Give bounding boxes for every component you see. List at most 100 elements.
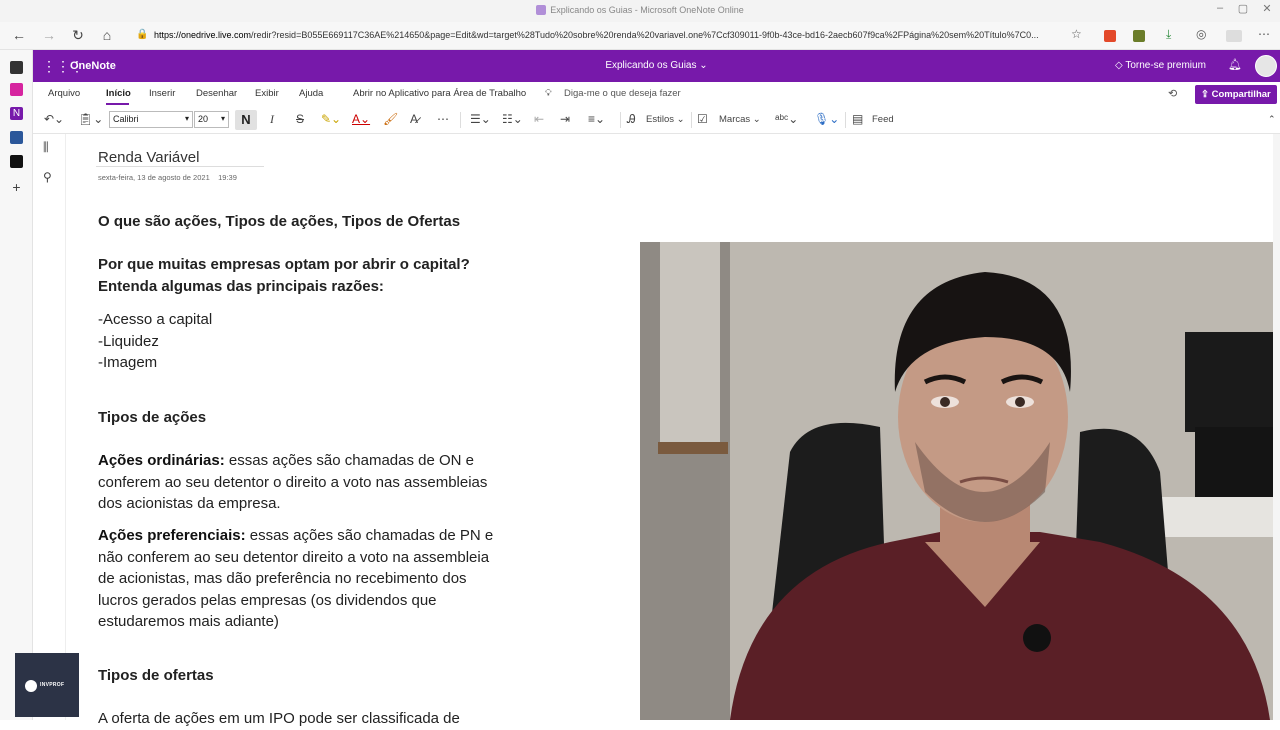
styles-button[interactable]: Estilos ⌄ bbox=[646, 114, 685, 125]
page-date: sexta-feira, 13 de agosto de 2021 19:39 bbox=[98, 173, 237, 182]
italic-button[interactable]: I bbox=[270, 112, 274, 127]
brand-logo: INVPROF bbox=[15, 653, 79, 717]
font-color-icon[interactable]: A⌄ bbox=[352, 112, 370, 126]
question-line-1[interactable]: Por que muitas empresas optam por abrir … bbox=[98, 254, 518, 276]
refresh-icon[interactable]: ↻ bbox=[69, 27, 87, 44]
heading-3[interactable]: Tipos de ofertas bbox=[98, 665, 518, 687]
strikethrough-button[interactable]: S bbox=[296, 112, 304, 126]
page-title[interactable]: Renda Variável bbox=[98, 149, 199, 166]
browser-title-bar: Explicando os Guias - Microsoft OneNote … bbox=[0, 0, 1280, 22]
highlight-icon[interactable]: ✎⌄ bbox=[321, 112, 341, 126]
divider bbox=[460, 112, 461, 128]
back-icon[interactable]: ← bbox=[10, 27, 28, 43]
clear-format-icon[interactable]: A̷ bbox=[410, 112, 418, 126]
collections-icon[interactable]: ◎ bbox=[1196, 27, 1206, 41]
tags-button[interactable]: Marcas ⌄ bbox=[719, 114, 761, 125]
office-app-icon[interactable] bbox=[10, 131, 23, 144]
tab-inicio[interactable]: Início bbox=[106, 88, 131, 99]
minimize-icon[interactable]: – bbox=[1212, 2, 1228, 14]
dictate-icon[interactable]: 🎙︎⌄ bbox=[814, 112, 839, 126]
logo-icon bbox=[25, 680, 37, 692]
navigation-pane: ⫼ ⚲ bbox=[33, 134, 66, 720]
tiktok-icon[interactable] bbox=[10, 155, 23, 168]
tab-ajuda[interactable]: Ajuda bbox=[299, 88, 323, 99]
divider bbox=[620, 112, 621, 128]
tag-icon[interactable]: ☑ bbox=[697, 112, 708, 126]
divider bbox=[845, 112, 846, 128]
document-name[interactable]: Explicando os Guias ⌄ bbox=[33, 60, 1280, 71]
lock-icon: 🔒 bbox=[136, 29, 149, 40]
feed-icon[interactable]: ▤ bbox=[852, 112, 863, 126]
last-paragraph[interactable]: A oferta de ações em um IPO pode ser cla… bbox=[98, 708, 518, 730]
tab-exibir[interactable]: Exibir bbox=[255, 88, 279, 99]
reason-item[interactable]: -Liquidez bbox=[98, 331, 518, 353]
diamond-icon: ◇ bbox=[1115, 60, 1123, 71]
favorite-star-icon[interactable]: ☆ bbox=[1071, 27, 1082, 41]
window-title: Explicando os Guias - Microsoft OneNote … bbox=[0, 5, 1280, 15]
search-icon[interactable]: ⚲ bbox=[43, 170, 52, 184]
edge-sidebar: N + bbox=[0, 50, 33, 720]
ribbon-toolbar: ↶⌄ 📋︎⌄ Calibri ▾ 20 ▾ N I S ✎⌄ A⌄ 🖌︎ A̷ ⋯ … bbox=[33, 106, 1280, 134]
clipboard-icon[interactable]: 📋︎⌄ bbox=[78, 112, 103, 126]
bullets-icon[interactable]: ☰⌄ bbox=[470, 112, 491, 126]
question-line-2[interactable]: Entenda algumas das principais razões: bbox=[98, 276, 518, 298]
webcam-video bbox=[640, 242, 1273, 720]
tab-actions-icon[interactable] bbox=[10, 61, 23, 74]
format-painter-icon[interactable]: 🖌︎ bbox=[383, 112, 398, 126]
font-name-select[interactable]: Calibri ▾ bbox=[109, 111, 193, 128]
brand-text: INVPROF bbox=[40, 682, 65, 688]
address-bar-row: ← → ↻ ⌂ 🔒 https://onedrive.live.com/redi… bbox=[0, 22, 1280, 50]
home-icon[interactable]: ⌂ bbox=[98, 27, 116, 43]
feed-button[interactable]: Feed bbox=[872, 114, 894, 125]
close-icon[interactable]: ✕ bbox=[1259, 2, 1275, 15]
indent-icon[interactable]: ⇥ bbox=[560, 112, 570, 126]
undo-icon[interactable]: ↶⌄ bbox=[44, 112, 64, 126]
url-field[interactable]: https://onedrive.live.com/redir?resid=B0… bbox=[154, 30, 1064, 40]
menu-bar: Arquivo Início Inserir Desenhar Exibir A… bbox=[33, 82, 1280, 106]
numbering-icon[interactable]: ☷⌄ bbox=[502, 112, 523, 126]
forward-icon[interactable]: → bbox=[40, 27, 58, 43]
onenote-app-bar: ⋮⋮⋮ OneNote Explicando os Guias ⌄ ◇ Torn… bbox=[33, 50, 1280, 82]
add-icon[interactable]: + bbox=[10, 180, 23, 194]
align-icon[interactable]: ≡⌄ bbox=[588, 112, 605, 126]
reason-item[interactable]: -Imagem bbox=[98, 352, 518, 374]
active-tab-indicator bbox=[106, 103, 129, 105]
reason-item[interactable]: -Acesso a capital bbox=[98, 309, 518, 331]
office-extension-icon[interactable] bbox=[1104, 30, 1116, 42]
more-options-icon[interactable]: ⋯ bbox=[1258, 27, 1270, 41]
onenote-icon[interactable]: N bbox=[10, 107, 23, 120]
premium-link[interactable]: ◇ Torne-se premium bbox=[1115, 60, 1206, 71]
heading-2[interactable]: Tipos de ações bbox=[98, 407, 518, 429]
avatar[interactable] bbox=[1255, 55, 1277, 77]
presenter-image bbox=[640, 242, 1273, 720]
collapse-ribbon-icon[interactable]: ⌃ bbox=[1268, 114, 1276, 125]
download-icon[interactable]: ⤓ bbox=[1166, 27, 1171, 42]
tab-arquivo[interactable]: Arquivo bbox=[48, 88, 80, 99]
share-button[interactable]: ⇪ Compartilhar bbox=[1195, 85, 1277, 104]
maximize-icon[interactable]: ▢ bbox=[1235, 2, 1251, 15]
outdent-icon[interactable]: ⇤ bbox=[534, 112, 544, 126]
lightbulb-icon: 💡︎ bbox=[545, 88, 552, 99]
open-desktop-app[interactable]: Abrir no Aplicativo para Área de Trabalh… bbox=[353, 88, 526, 99]
tell-me-search[interactable]: Diga-me o que deseja fazer bbox=[564, 88, 681, 99]
heading-1[interactable]: O que são ações, Tipos de ações, Tipos d… bbox=[98, 211, 518, 233]
bold-button[interactable]: N bbox=[235, 110, 257, 130]
onenote-tab-icon bbox=[536, 5, 547, 15]
more-icon[interactable]: ⋯ bbox=[437, 112, 449, 126]
tab-inserir[interactable]: Inserir bbox=[149, 88, 175, 99]
profile-icon[interactable] bbox=[1226, 30, 1242, 42]
extension-icon[interactable] bbox=[1133, 30, 1145, 42]
instagram-icon[interactable] bbox=[10, 83, 23, 96]
preferred-shares-paragraph[interactable]: Ações preferenciais: essas ações são cha… bbox=[98, 525, 508, 633]
font-size-select[interactable]: 20 ▾ bbox=[194, 111, 229, 128]
sync-icon[interactable]: ⟲ bbox=[1168, 87, 1177, 100]
divider bbox=[691, 112, 692, 128]
tab-desenhar[interactable]: Desenhar bbox=[196, 88, 237, 99]
styles-icon[interactable]: Ꭿ bbox=[627, 112, 636, 127]
notebooks-icon[interactable]: ⫼ bbox=[43, 140, 49, 155]
bell-icon[interactable]: 🔔︎ bbox=[1228, 58, 1242, 71]
title-underline bbox=[96, 166, 264, 167]
ordinary-shares-paragraph[interactable]: Ações ordinárias: essas ações são chamad… bbox=[98, 450, 503, 515]
spelling-icon[interactable]: ᵃᵇᶜ⌄ bbox=[775, 112, 798, 126]
scrollbar[interactable] bbox=[1273, 134, 1280, 720]
